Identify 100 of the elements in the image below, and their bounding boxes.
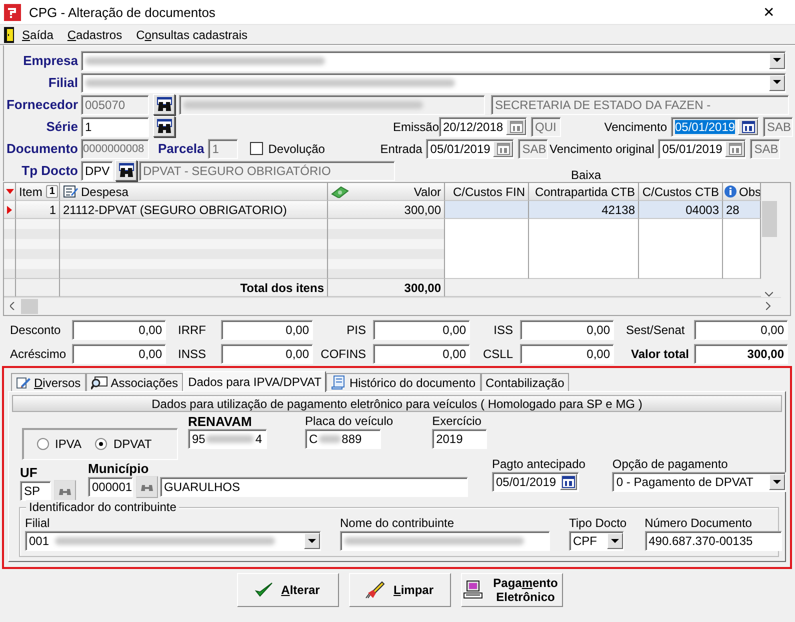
field-label: Baixa xyxy=(571,166,602,182)
field-label: Valor total xyxy=(630,346,690,363)
radio-button[interactable]: IPVA xyxy=(37,437,82,451)
document-type-field[interactable]: DPV xyxy=(81,160,113,180)
calendar-button[interactable] xyxy=(738,118,758,134)
taxpayer-name-field[interactable] xyxy=(340,531,550,551)
document-number-field[interactable]: 490.687.370-00135 xyxy=(644,531,782,551)
amount-field[interactable]: 0,00 xyxy=(72,320,166,340)
company-dropdown[interactable] xyxy=(81,50,786,70)
calendar-icon xyxy=(510,120,522,132)
column-header[interactable]: Despesa xyxy=(81,184,128,198)
date-field[interactable]: 20/12/2018 xyxy=(439,116,527,136)
installment-field[interactable]: 1 xyxy=(208,138,238,158)
window-title: CPG - Alteração de documentos xyxy=(29,4,216,20)
weekday-field: SAB xyxy=(750,138,780,158)
amount-field[interactable]: 0,00 xyxy=(520,320,614,340)
action-button[interactable]: Pagamento Eletrônico xyxy=(460,573,562,607)
binoculars-icon xyxy=(156,119,172,134)
field-label: Nome do contribuinte xyxy=(340,516,456,531)
app-logo-icon xyxy=(4,4,21,20)
field-label: Filial xyxy=(47,75,78,90)
supplier-description-field: SECRETARIA DE ESTADO DA FAZEN - xyxy=(491,94,789,114)
amount-field[interactable]: 0,00 xyxy=(373,320,470,340)
tab[interactable]: Dados para IPVA/DPVAT xyxy=(183,371,326,392)
calendar-button[interactable] xyxy=(493,140,514,156)
amount-field[interactable]: 0,00 xyxy=(221,344,313,364)
action-button[interactable]: Limpar xyxy=(348,573,450,607)
field-label: Fornecedor xyxy=(5,97,78,112)
menu-arrow-icon[interactable] xyxy=(6,189,14,194)
city-name-field[interactable]: GUARULHOS xyxy=(160,477,468,497)
column-header[interactable]: Valor xyxy=(414,184,441,198)
weekday-field: SAB xyxy=(518,138,548,158)
sort-badge: 1 xyxy=(46,185,58,198)
field-label: INSS xyxy=(177,346,208,363)
field-label: Emissão xyxy=(393,120,439,134)
table-cell: 21112-DPVAT (SEGURO OBRIGATORIO) xyxy=(60,201,328,219)
menu-item[interactable]: Cadastros xyxy=(67,28,122,42)
date-field[interactable]: 05/01/2019 xyxy=(671,116,759,136)
computer-icon xyxy=(462,580,482,600)
menu-item[interactable]: Consultas cadastrais xyxy=(136,28,248,42)
state-field[interactable]: SP xyxy=(20,481,51,501)
payment-option-dropdown[interactable]: 0 - Pagamento de DPVAT xyxy=(612,472,786,492)
tab[interactable]: Diversos xyxy=(11,373,86,391)
menu-item[interactable]: Saída xyxy=(22,28,54,42)
city-code-field[interactable]: 000001 xyxy=(88,477,133,497)
date-field[interactable]: 05/01/2019 xyxy=(426,138,514,158)
renavam-field[interactable]: 95 4 xyxy=(188,429,267,449)
plate-field[interactable]: C 889 xyxy=(305,429,381,449)
date-field[interactable]: 05/01/2019 xyxy=(658,138,746,158)
field-label: Empresa xyxy=(22,53,78,68)
redacted-text xyxy=(206,435,254,443)
scrollbar-thumb[interactable] xyxy=(762,201,776,237)
field-label: PIS xyxy=(346,322,367,339)
table-cell xyxy=(16,219,60,279)
table-cell: 1 xyxy=(16,201,60,219)
dropdown-arrow-icon xyxy=(611,538,619,544)
notepad-pencil-icon xyxy=(63,185,78,198)
amount-field[interactable]: 0,00 xyxy=(520,344,614,364)
action-button[interactable]: Alterar xyxy=(236,573,338,607)
dropdown-arrow-icon xyxy=(773,58,781,63)
table-cell: 42138 xyxy=(529,201,639,219)
field-label: Tp Docto xyxy=(20,163,78,178)
amount-field[interactable]: 0,00 xyxy=(72,344,166,364)
info-icon xyxy=(724,185,737,198)
branch-dropdown[interactable]: 001 xyxy=(25,531,321,551)
series-field[interactable]: 1 xyxy=(81,116,149,136)
tab[interactable]: Histórico do documento xyxy=(326,373,481,391)
amount-field[interactable]: 300,00 xyxy=(694,344,788,364)
field-label: Documento xyxy=(6,141,78,156)
return-checkbox[interactable]: Devolução xyxy=(250,142,380,156)
calendar-button[interactable] xyxy=(560,474,577,490)
branch-dropdown[interactable] xyxy=(81,72,786,92)
document-type-description-field: DPVAT - SEGURO OBRIGATÓRIO xyxy=(139,160,395,180)
brush-icon xyxy=(365,581,386,599)
document-type-dropdown[interactable]: CPF xyxy=(569,531,624,551)
weekday-field: QUI xyxy=(531,116,561,136)
calendar-button[interactable] xyxy=(506,118,526,134)
date-field[interactable]: 05/01/2019 xyxy=(492,472,579,492)
column-header[interactable]: Item xyxy=(19,184,42,198)
supplier-code-field[interactable]: 005070 xyxy=(81,94,149,114)
amount-field[interactable]: 0,00 xyxy=(694,320,788,340)
document-field[interactable]: 0000000008 xyxy=(81,138,149,158)
scrollbar-thumb[interactable] xyxy=(21,298,38,314)
amount-field[interactable]: 0,00 xyxy=(373,344,470,364)
horizontal-scrollbar[interactable] xyxy=(4,297,781,314)
field-label: Filial xyxy=(25,516,51,531)
tab[interactable]: Contabilização xyxy=(480,373,570,391)
tab[interactable]: Associações xyxy=(86,373,184,391)
amount-field[interactable]: 0,00 xyxy=(221,320,313,340)
year-field[interactable]: 2019 xyxy=(432,429,488,449)
checkmark-icon xyxy=(255,582,274,598)
field-label: Vencimento original xyxy=(548,142,656,156)
calendar-button[interactable] xyxy=(725,140,746,156)
total-label: Total dos itens xyxy=(60,279,328,297)
close-button[interactable]: ✕ xyxy=(757,3,781,21)
radio-button[interactable]: DPVAT xyxy=(95,437,152,451)
field-label: Sest/Senat xyxy=(625,322,686,339)
field-label: Exercício xyxy=(432,414,482,429)
exit-door-icon[interactable] xyxy=(4,26,14,42)
dropdown-arrow-icon xyxy=(308,538,316,544)
